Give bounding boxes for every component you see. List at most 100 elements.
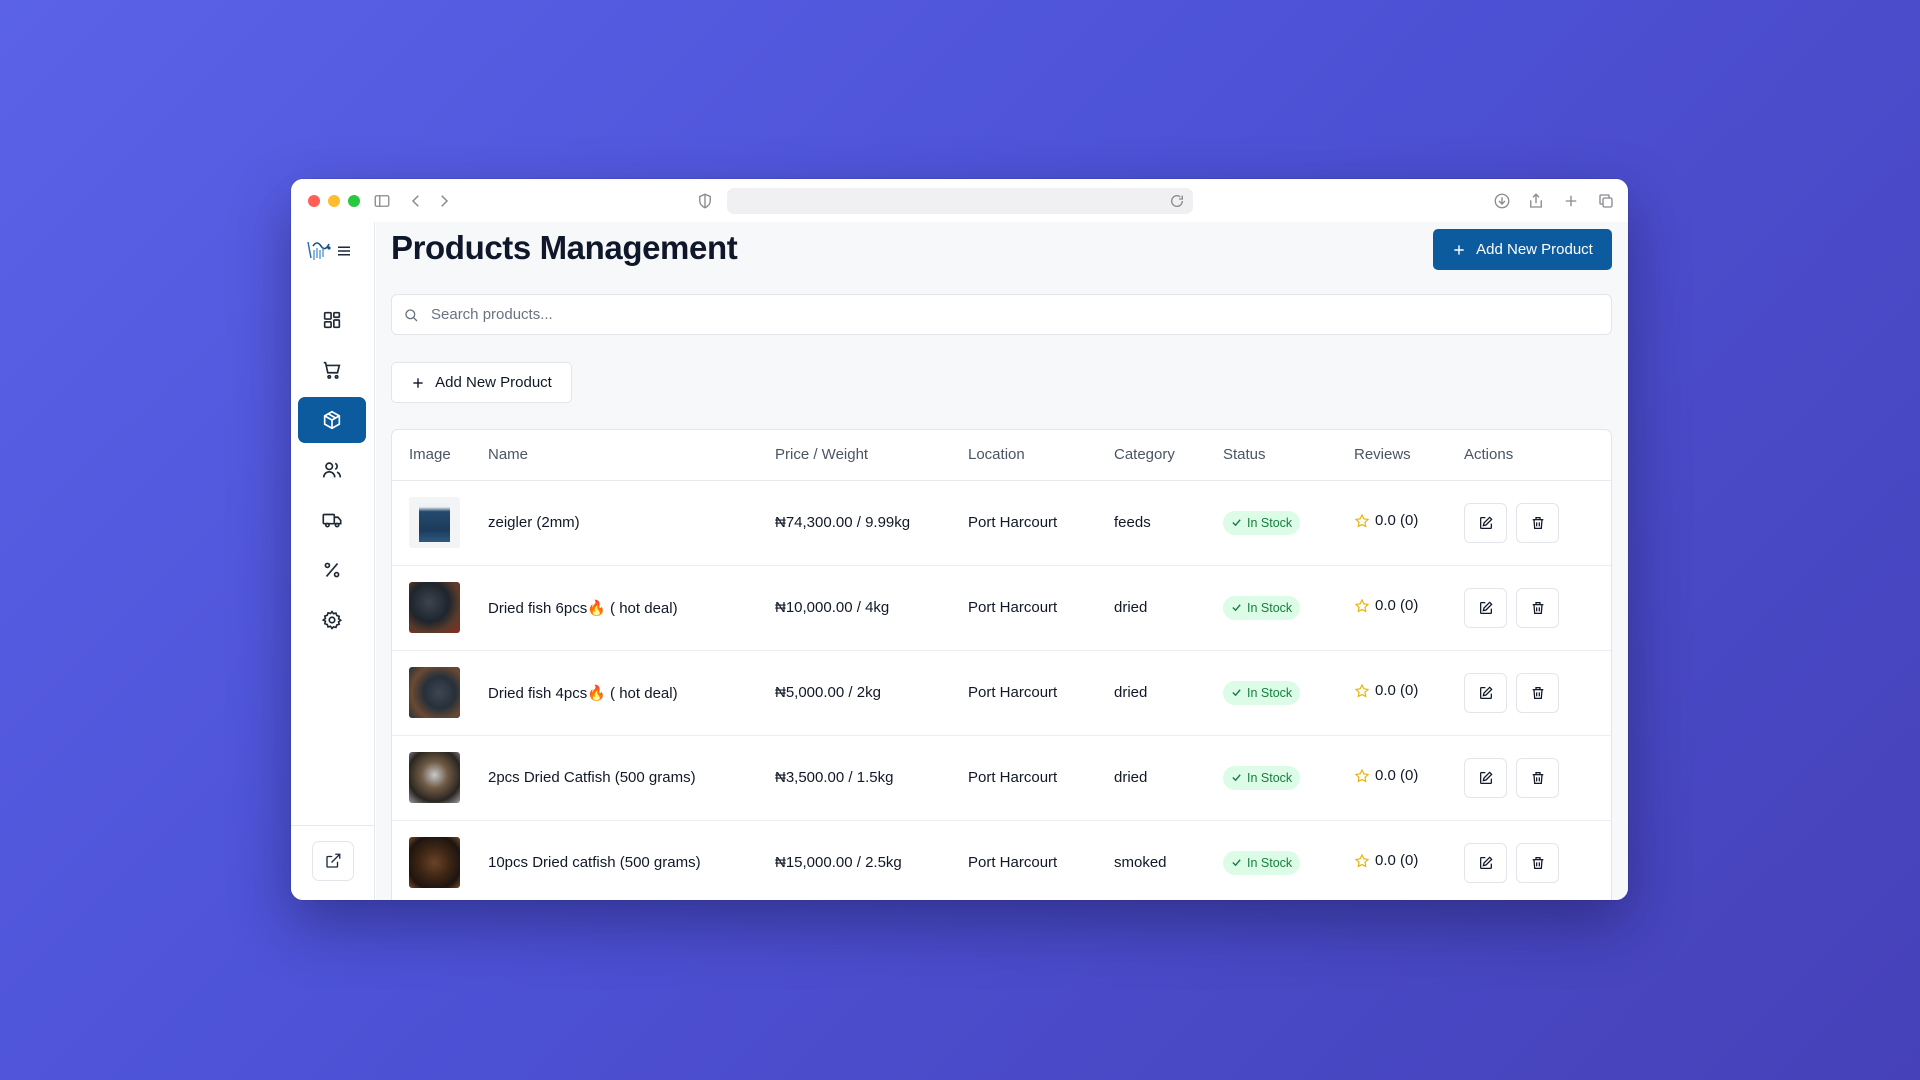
- minimize-window-button[interactable]: [328, 195, 340, 207]
- trash-icon: [1532, 856, 1543, 869]
- table-row: Dried fish 4pcs🔥 ( hot deal) ₦5,000.00 /…: [392, 650, 1611, 736]
- share-icon[interactable]: [1525, 190, 1547, 212]
- table-row: 10pcs Dried catfish (500 grams) ₦15,000.…: [392, 820, 1611, 900]
- product-category: feeds: [1114, 480, 1223, 566]
- add-new-product-secondary-button[interactable]: Add New Product: [391, 362, 572, 403]
- sidebar-divider: [291, 825, 374, 826]
- browser-toolbar: [291, 179, 1628, 222]
- column-header-actions: Actions: [1464, 430, 1611, 481]
- review-rating: 0.0 (0): [1354, 852, 1418, 869]
- product-location: Port Harcourt: [968, 565, 1114, 651]
- product-name: Dried fish 6pcs🔥 ( hot deal): [488, 565, 775, 651]
- status-badge: In Stock: [1223, 595, 1301, 620]
- sidebar-toggle-icon[interactable]: [371, 190, 393, 212]
- percent-icon: [324, 562, 340, 578]
- table-row: 2pcs Dried Catfish (500 grams) ₦3,500.00…: [392, 735, 1611, 821]
- status-label: In Stock: [1247, 770, 1293, 785]
- new-tab-icon[interactable]: [1560, 190, 1582, 212]
- column-header-name: Name: [488, 430, 775, 481]
- sidebar-item-orders[interactable]: [298, 347, 366, 393]
- back-icon[interactable]: [405, 190, 427, 212]
- add-new-product-secondary-label: Add New Product: [435, 374, 552, 391]
- check-icon: [1232, 519, 1241, 527]
- product-image: [409, 582, 460, 633]
- trash-icon: [1532, 771, 1543, 784]
- product-location: Port Harcourt: [968, 650, 1114, 736]
- star-icon: [1354, 853, 1370, 868]
- external-link-icon: [326, 853, 341, 868]
- column-header-reviews: Reviews: [1354, 430, 1464, 481]
- main-content: Products Management Add New Product Add …: [376, 222, 1628, 900]
- maximize-window-button[interactable]: [348, 195, 360, 207]
- edit-button[interactable]: [1464, 757, 1507, 798]
- delete-button[interactable]: [1516, 757, 1559, 798]
- review-value: 0.0 (0): [1375, 512, 1419, 530]
- sidebar-item-delivery[interactable]: [298, 497, 366, 543]
- status-label: In Stock: [1247, 855, 1293, 870]
- package-icon: [323, 410, 341, 430]
- delete-button[interactable]: [1516, 842, 1559, 883]
- product-image: [409, 837, 460, 888]
- column-header-price-weight: Price / Weight: [775, 430, 968, 481]
- plus-icon: [1454, 244, 1464, 255]
- sidebar-item-dashboard[interactable]: [298, 297, 366, 343]
- star-icon: [1354, 683, 1370, 698]
- status-label: In Stock: [1247, 600, 1293, 615]
- product-location: Port Harcourt: [968, 735, 1114, 821]
- users-icon: [322, 462, 342, 478]
- sidebar-item-settings[interactable]: [298, 597, 366, 643]
- brand-logo[interactable]: [305, 236, 335, 266]
- column-header-category: Category: [1114, 430, 1223, 481]
- sidebar-item-products[interactable]: [298, 397, 366, 443]
- product-name: zeigler (2mm): [488, 480, 775, 566]
- edit-button[interactable]: [1464, 672, 1507, 713]
- add-new-product-label: Add New Product: [1476, 241, 1593, 258]
- close-window-button[interactable]: [308, 195, 320, 207]
- search-input[interactable]: [431, 306, 1611, 323]
- delete-button[interactable]: [1516, 502, 1559, 543]
- product-price-weight: ₦10,000.00 / 4kg: [775, 565, 968, 651]
- star-icon: [1354, 598, 1370, 613]
- status-badge: In Stock: [1223, 850, 1301, 875]
- check-icon: [1232, 859, 1241, 867]
- truck-icon: [322, 513, 342, 528]
- open-store-button[interactable]: [312, 841, 354, 881]
- edit-button[interactable]: [1464, 587, 1507, 628]
- products-table: Image Name Price / Weight Location Categ…: [392, 430, 1611, 900]
- window-controls: [308, 195, 360, 207]
- product-price-weight: ₦5,000.00 / 2kg: [775, 650, 968, 736]
- delete-button[interactable]: [1516, 672, 1559, 713]
- check-icon: [1232, 604, 1241, 612]
- status-badge: In Stock: [1223, 765, 1301, 790]
- sidebar-item-discounts[interactable]: [298, 547, 366, 593]
- status-badge: In Stock: [1223, 510, 1301, 535]
- tabs-overview-icon[interactable]: [1595, 190, 1617, 212]
- product-name: 10pcs Dried catfish (500 grams): [488, 820, 775, 900]
- check-icon: [1232, 774, 1241, 782]
- reload-icon[interactable]: [1169, 193, 1185, 209]
- review-value: 0.0 (0): [1375, 767, 1419, 785]
- add-new-product-button[interactable]: Add New Product: [1433, 229, 1612, 270]
- shield-icon[interactable]: [694, 190, 716, 212]
- sidebar-item-customers[interactable]: [298, 447, 366, 493]
- product-category: dried: [1114, 735, 1223, 821]
- forward-icon[interactable]: [433, 190, 455, 212]
- product-name: 2pcs Dried Catfish (500 grams): [488, 735, 775, 821]
- product-image: [409, 497, 460, 548]
- download-icon[interactable]: [1491, 190, 1513, 212]
- column-header-location: Location: [968, 430, 1114, 481]
- plus-icon: [413, 377, 423, 388]
- menu-icon[interactable]: [335, 242, 353, 260]
- product-name: Dried fish 4pcs🔥 ( hot deal): [488, 650, 775, 736]
- star-icon: [1354, 768, 1370, 783]
- product-image: [409, 667, 460, 718]
- edit-button[interactable]: [1464, 502, 1507, 543]
- address-bar[interactable]: [727, 188, 1193, 214]
- delete-button[interactable]: [1516, 587, 1559, 628]
- product-location: Port Harcourt: [968, 480, 1114, 566]
- star-icon: [1354, 513, 1370, 528]
- product-category: dried: [1114, 650, 1223, 736]
- edit-button[interactable]: [1464, 842, 1507, 883]
- search-icon: [405, 308, 418, 321]
- product-image: [409, 752, 460, 803]
